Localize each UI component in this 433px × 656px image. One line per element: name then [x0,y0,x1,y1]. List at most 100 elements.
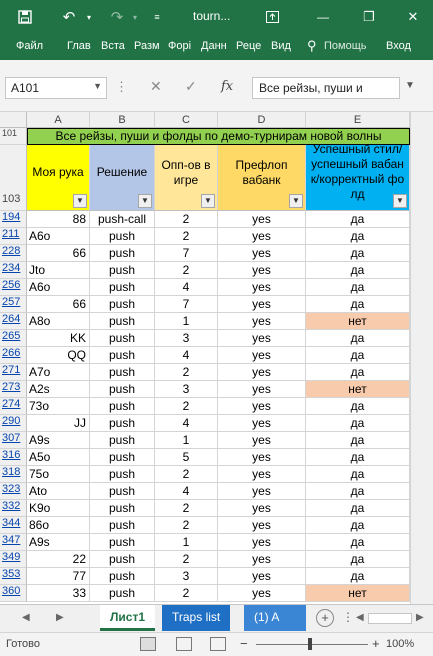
cell-decision[interactable]: push [90,381,155,398]
cell-result[interactable]: да [306,245,410,262]
filter-dropdown-icon[interactable]: ▼ [393,194,407,208]
cell-result[interactable]: да [306,262,410,279]
cell-preflop[interactable]: yes [218,483,306,500]
row-header-101[interactable]: 101 [0,128,27,145]
filter-dropdown-icon[interactable]: ▼ [73,194,87,208]
row-header[interactable]: 323 [0,483,27,500]
hscroll-right-icon[interactable]: ▶ [416,612,424,623]
filter-applied-icon[interactable]: ▼ [138,194,152,208]
cell-opp[interactable]: 2 [155,551,218,568]
cell-decision[interactable]: push [90,568,155,585]
cell-result[interactable]: нет [306,585,410,602]
cell-opp[interactable]: 2 [155,517,218,534]
cell-preflop[interactable]: yes [218,347,306,364]
column-header-e[interactable]: E [306,112,410,128]
cell-result[interactable]: да [306,551,410,568]
cell-opp[interactable]: 1 [155,432,218,449]
cell-hand[interactable]: 22 [27,551,90,568]
hscroll-left-icon[interactable]: ◀ [356,612,364,623]
cell-preflop[interactable]: yes [218,466,306,483]
cell-hand[interactable]: A9s [27,534,90,551]
cell-preflop[interactable]: yes [218,568,306,585]
cell-hand[interactable]: Jto [27,262,90,279]
row-header[interactable]: 266 [0,347,27,364]
scroll-tabs-right-icon[interactable]: ▶ [56,612,64,623]
cell-decision[interactable]: push [90,585,155,602]
cell-preflop[interactable]: yes [218,415,306,432]
cell-hand[interactable]: 75o [27,466,90,483]
cell-decision[interactable]: push [90,432,155,449]
cell-decision[interactable]: push [90,228,155,245]
header-success[interactable]: Успешный стил/успешный вабанк/корректный… [306,142,410,211]
select-all-corner[interactable] [0,112,27,128]
cell-preflop[interactable]: yes [218,585,306,602]
cell-hand[interactable]: 66 [27,296,90,313]
cell-result[interactable]: да [306,500,410,517]
row-header[interactable]: 211 [0,228,27,245]
cell-result[interactable]: да [306,517,410,534]
vertical-scrollbar[interactable] [410,112,433,604]
cell-preflop[interactable]: yes [218,262,306,279]
cell-hand[interactable]: 73o [27,398,90,415]
cell-opp[interactable]: 2 [155,228,218,245]
cell-decision[interactable]: push [90,534,155,551]
tab-page-layout[interactable]: Разм [134,40,160,52]
row-header[interactable]: 347 [0,534,27,551]
scroll-tabs-left-icon[interactable]: ◀ [22,612,30,623]
horizontal-scrollbar[interactable] [368,613,412,624]
cell-decision[interactable]: push [90,262,155,279]
cell-result[interactable]: да [306,398,410,415]
cell-opp[interactable]: 2 [155,500,218,517]
zoom-level[interactable]: 100% [386,638,414,650]
close-button[interactable]: ✕ [398,0,428,34]
cell-opp[interactable]: 3 [155,330,218,347]
row-header[interactable]: 360 [0,585,27,602]
cell-result[interactable]: да [306,483,410,500]
cell-preflop[interactable]: yes [218,330,306,347]
cell-result[interactable]: да [306,364,410,381]
row-header[interactable]: 228 [0,245,27,262]
cell-result[interactable]: да [306,466,410,483]
header-decision[interactable]: Решение ▼ [90,145,155,211]
cell-decision[interactable]: push [90,449,155,466]
sheet-tab-list1[interactable]: Лист1 [100,605,156,631]
cell-result[interactable]: да [306,211,410,228]
cell-hand[interactable]: K9o [27,500,90,517]
chevron-down-icon[interactable]: ▼ [93,81,102,91]
cell-decision[interactable]: push [90,415,155,432]
sheet-tab-third[interactable]: (1) A [244,605,306,631]
name-box[interactable]: A101 ▼ [5,77,107,99]
cell-preflop[interactable]: yes [218,364,306,381]
cell-decision[interactable]: push [90,483,155,500]
cell-opp[interactable]: 2 [155,211,218,228]
row-header[interactable]: 307 [0,432,27,449]
cell-result[interactable]: да [306,347,410,364]
cell-result[interactable]: да [306,568,410,585]
cell-hand[interactable]: A6o [27,279,90,296]
row-header[interactable]: 256 [0,279,27,296]
row-header[interactable]: 194 [0,211,27,228]
sign-in-link[interactable]: Вход [386,40,411,52]
spreadsheet-grid[interactable]: A B C D E 101 Все рейзы, пуши и фолды по… [0,112,433,604]
cell-preflop[interactable]: yes [218,279,306,296]
row-header[interactable]: 274 [0,398,27,415]
cell-hand[interactable]: 88 [27,211,90,228]
cell-opp[interactable]: 4 [155,483,218,500]
cell-decision[interactable]: push [90,398,155,415]
cell-hand[interactable]: KK [27,330,90,347]
cell-preflop[interactable]: yes [218,228,306,245]
row-header[interactable]: 271 [0,364,27,381]
cell-hand[interactable]: A8o [27,313,90,330]
cell-decision[interactable]: push [90,313,155,330]
cell-preflop[interactable]: yes [218,449,306,466]
cell-result[interactable]: да [306,432,410,449]
cell-decision[interactable]: push [90,347,155,364]
cell-hand[interactable]: JJ [27,415,90,432]
zoom-slider[interactable] [256,644,368,645]
column-header-b[interactable]: B [90,112,155,128]
cell-preflop[interactable]: yes [218,551,306,568]
cell-opp[interactable]: 7 [155,296,218,313]
row-header[interactable]: 257 [0,296,27,313]
cell-preflop[interactable]: yes [218,398,306,415]
cell-preflop[interactable]: yes [218,432,306,449]
